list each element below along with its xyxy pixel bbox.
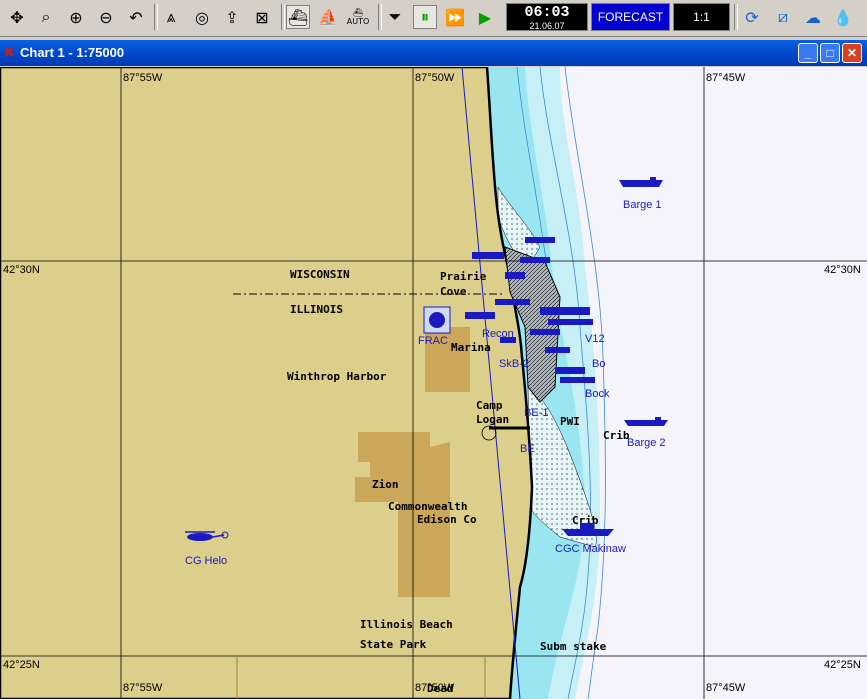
label-state-park: State Park: [360, 638, 427, 651]
recon-label: Recon: [482, 328, 514, 340]
scale-display: 1:1: [673, 3, 730, 31]
window-title: Chart 1 - 1:75000: [20, 45, 125, 60]
satellite-icon[interactable]: ⟳: [740, 5, 764, 29]
label-prairie: Prairie: [440, 270, 487, 283]
label-logan: Logan: [476, 413, 509, 426]
minimize-button[interactable]: _: [798, 43, 818, 63]
label-illinois: ILLINOIS: [290, 303, 343, 316]
close-button[interactable]: ✕: [842, 43, 862, 63]
label-zion: Zion: [372, 478, 399, 491]
label-illinois-beach: Illinois Beach: [360, 618, 453, 631]
cgc-makinaw-label: CGC Makinaw: [555, 543, 626, 555]
pause-icon[interactable]: ⏸: [413, 5, 437, 29]
coord-right-top: 42°30N: [824, 264, 861, 276]
v12-label: V12: [585, 333, 605, 345]
forecast-button[interactable]: FORECAST: [591, 3, 670, 31]
zoom-out-icon[interactable]: ⊖: [94, 5, 118, 29]
auto-ship-icon[interactable]: ⛴ AUTO: [344, 5, 372, 29]
ship-view-icon[interactable]: ⛴: [286, 5, 310, 29]
label-commonwealth: Commonwealth: [388, 500, 467, 513]
label-crib-1: Crib: [603, 429, 630, 442]
coord-top-left: 87°55W: [123, 72, 163, 84]
route-icon[interactable]: ⩓: [159, 5, 183, 29]
barge-1-label: Barge 1: [623, 199, 662, 211]
chart-window-icon: ✖: [3, 44, 15, 60]
be2-label: BE: [520, 443, 535, 455]
undo-icon[interactable]: ↶: [124, 5, 148, 29]
clock-display: 06:03 21.06.07: [506, 3, 588, 31]
chart-icon[interactable]: ⧄: [771, 5, 795, 29]
coord-left-top: 42°30N: [3, 264, 40, 276]
toolbar: ✥ ⌕ ⊕ ⊖ ↶ ⩓ ◎ ⇪ ⊠ ⛴ ⛵ ⛴ AUTO ⏷ ⏸ ⏩ ▶ 06:0…: [0, 0, 867, 37]
zoom-in-icon[interactable]: ⊕: [64, 5, 88, 29]
label-wisconsin: WISCONSIN: [290, 268, 350, 281]
coord-bottom-left: 87°55W: [123, 682, 163, 694]
upload-icon[interactable]: ⇪: [220, 5, 244, 29]
maximize-button[interactable]: □: [820, 43, 840, 63]
chart-tool-icon[interactable]: ⊠: [250, 5, 274, 29]
nautical-chart[interactable]: 87°55W 87°50W 87°45W 42°30N 42°30N 42°25…: [0, 67, 867, 699]
label-dead: Dead: [427, 682, 454, 695]
zoom-fit-icon[interactable]: ✥: [5, 5, 29, 29]
water-drop-icon[interactable]: 💧: [831, 5, 855, 29]
label-pwi: PWI: [560, 415, 580, 428]
clock-time: 06:03: [524, 4, 570, 21]
ship-icon[interactable]: ⛵: [316, 5, 340, 29]
label-camp: Camp: [476, 399, 503, 412]
frac-label: FRAC: [418, 335, 448, 347]
chart-window-titlebar[interactable]: ✖ Chart 1 - 1:75000 _ □ ✕: [0, 40, 867, 66]
weather-icon[interactable]: ☁: [801, 5, 825, 29]
coord-left-bottom: 42°25N: [3, 659, 40, 671]
bo-label: Bo: [592, 358, 605, 370]
label-marina: Marina: [451, 341, 491, 354]
label-winthrop-harbor: Winthrop Harbor: [287, 370, 387, 383]
coord-top-mid: 87°50W: [415, 72, 455, 84]
coord-right-bottom: 42°25N: [824, 659, 861, 671]
coord-bottom-right: 87°45W: [706, 682, 746, 694]
clock-date: 21.06.07: [529, 21, 565, 31]
skb2-label: SkB-2: [499, 358, 529, 370]
label-edison: Edison Co: [417, 513, 477, 526]
bock-label: Bock: [585, 388, 610, 400]
fast-forward-icon[interactable]: ⏩: [443, 5, 467, 29]
barge-2-label: Barge 2: [627, 437, 666, 449]
be1-label: BE-1: [524, 407, 548, 419]
stop-icon[interactable]: ⏷: [383, 5, 407, 29]
cg-helo-label: CG Helo: [185, 555, 227, 567]
play-icon[interactable]: ▶: [473, 5, 497, 29]
label-cove: Cove: [440, 285, 467, 298]
label-subm-stake: Subm stake: [540, 640, 607, 653]
target-icon[interactable]: ◎: [190, 5, 214, 29]
auto-label: AUTO: [346, 17, 370, 26]
coord-top-right: 87°45W: [706, 72, 746, 84]
zoom-window-icon[interactable]: ⌕: [34, 5, 58, 29]
